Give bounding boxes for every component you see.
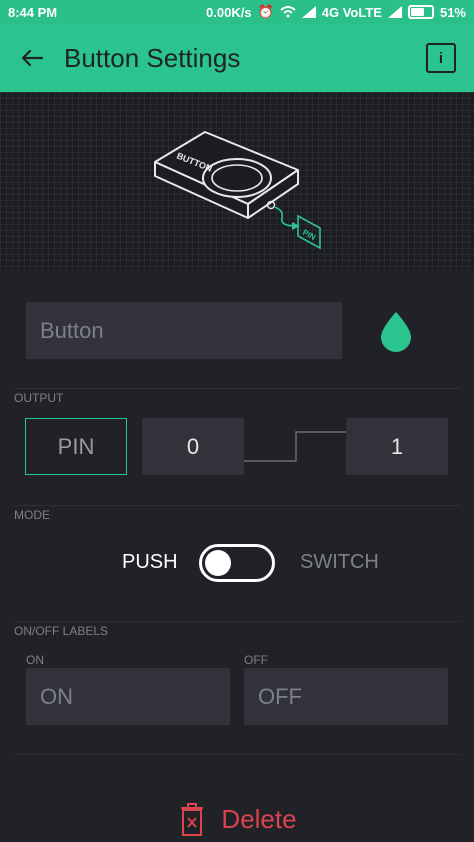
delete-button[interactable]: Delete xyxy=(0,796,474,842)
output-low-value[interactable]: 0 xyxy=(142,418,244,475)
on-label-input[interactable]: ON xyxy=(26,668,230,725)
mode-push-label[interactable]: PUSH xyxy=(122,551,178,574)
arrow-left-icon xyxy=(21,49,43,67)
signal-icon xyxy=(301,6,316,18)
divider xyxy=(14,621,460,622)
on-caption: ON xyxy=(26,653,44,667)
divider xyxy=(14,754,460,755)
net-speed: 0.00K/s xyxy=(206,4,252,20)
mode-switch-label[interactable]: SWITCH xyxy=(300,551,379,574)
delete-label: Delete xyxy=(221,803,297,834)
widget-preview: BUTTON PIN xyxy=(0,92,474,270)
widget-name-input[interactable]: Button xyxy=(26,302,342,359)
divider xyxy=(14,388,460,389)
pin-tag-label: PIN xyxy=(301,228,317,242)
status-time: 8:44 PM xyxy=(8,4,58,20)
battery-level: 51% xyxy=(439,4,466,20)
mode-toggle-switch[interactable] xyxy=(199,544,275,582)
toggle-knob xyxy=(205,550,231,576)
trash-icon xyxy=(181,803,204,836)
button-device-illustration: BUTTON PIN xyxy=(154,131,321,250)
page-title: Button Settings xyxy=(64,42,241,73)
pin-select-button[interactable]: PIN xyxy=(25,418,127,475)
status-bar: 8:44 PM 0.00K/s ⏰ 4G VoLTE 51% xyxy=(0,0,474,24)
off-caption: OFF xyxy=(244,653,268,667)
status-right: 0.00K/s ⏰ 4G VoLTE 51% xyxy=(206,4,466,20)
alarm-icon: ⏰ xyxy=(257,4,274,19)
battery-icon xyxy=(407,5,434,19)
labels-section-label: ON/OFF LABELS xyxy=(14,624,109,638)
info-button[interactable]: i xyxy=(426,43,456,73)
app-bar: Button Settings i xyxy=(0,24,474,92)
mode-section-label: MODE xyxy=(14,508,50,522)
signal-icon-2 xyxy=(387,6,402,18)
off-label-input[interactable]: OFF xyxy=(244,668,448,725)
output-section-label: OUTPUT xyxy=(14,391,64,405)
divider xyxy=(14,505,460,506)
color-picker-drop-icon[interactable] xyxy=(378,310,414,352)
signal-step-graphic xyxy=(244,431,347,462)
wifi-icon xyxy=(280,6,296,18)
network-type: 4G VoLTE xyxy=(321,4,382,20)
output-high-value[interactable]: 1 xyxy=(346,418,448,475)
back-button[interactable] xyxy=(0,24,64,92)
